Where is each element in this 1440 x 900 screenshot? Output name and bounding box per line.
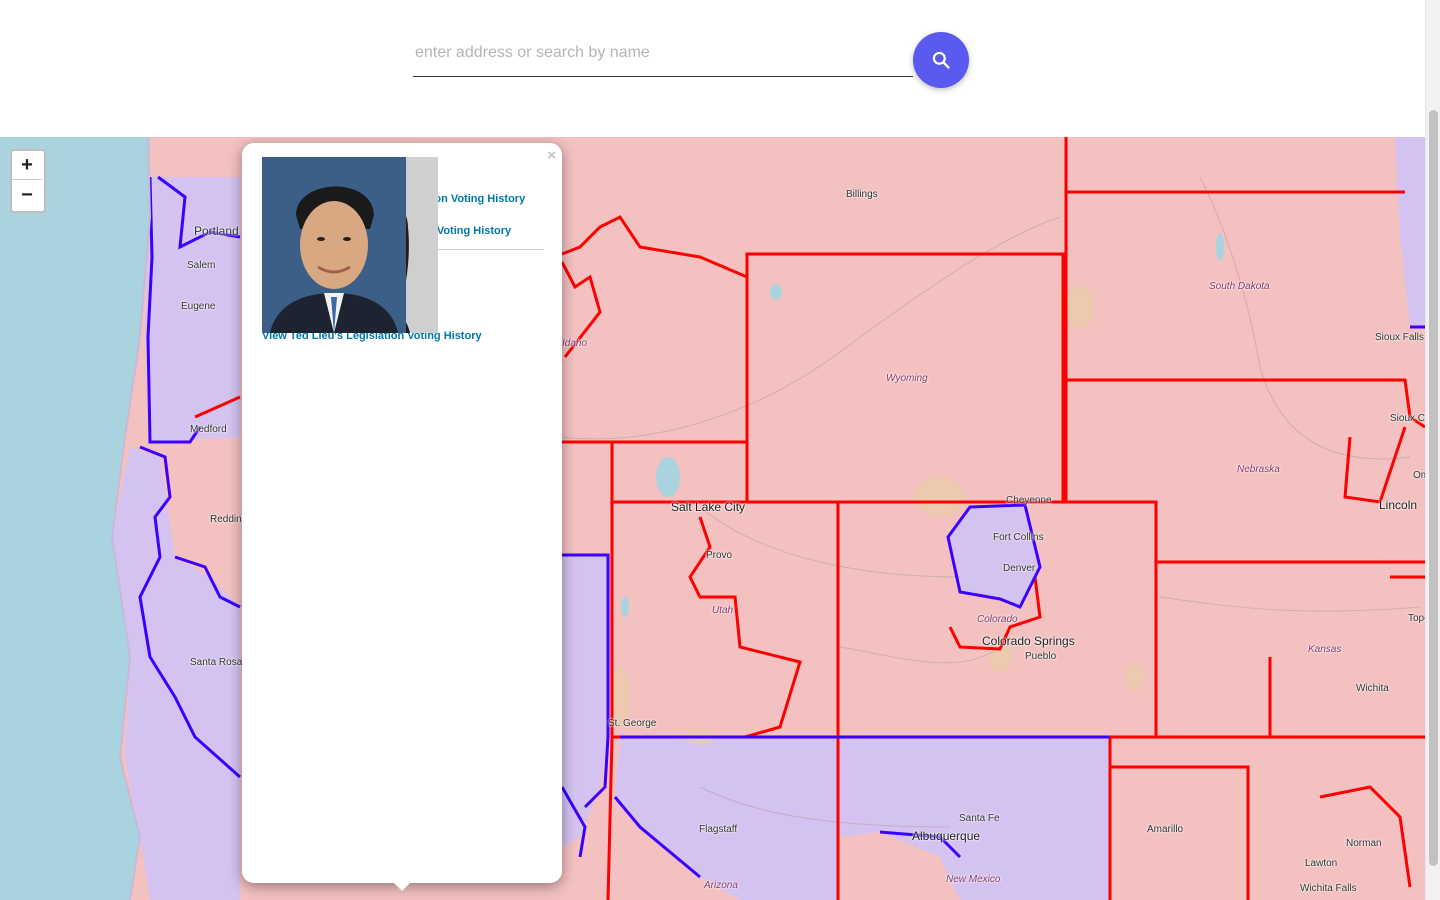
map-label-billings: Billings bbox=[846, 189, 878, 200]
map-label-nebraska: Nebraska bbox=[1237, 464, 1280, 475]
map-label-st-george: St. George bbox=[608, 718, 657, 729]
zoom-control: + − bbox=[10, 149, 46, 213]
page-scrollbar[interactable] bbox=[1425, 0, 1440, 900]
representative-photo bbox=[262, 157, 406, 333]
map-label-omaha: Omaha bbox=[1413, 470, 1425, 481]
map-label-santa-fe: Santa Fe bbox=[959, 813, 1000, 824]
search-button[interactable] bbox=[913, 32, 969, 88]
map-label-arizona: Arizona bbox=[704, 880, 738, 891]
popup-tip bbox=[392, 881, 412, 891]
map-label-pueblo: Pueblo bbox=[1025, 651, 1057, 662]
map-label-wyoming: Wyoming bbox=[886, 373, 928, 384]
map-label-fort-collins: Fort Collins bbox=[993, 532, 1044, 543]
map-label-new-mexico: New Mexico bbox=[946, 874, 1001, 885]
map-label-santa-rosa: Santa Rosa bbox=[190, 657, 243, 668]
map-label-sioux-falls: Sioux Falls bbox=[1375, 332, 1424, 343]
map-label-sioux-city: Sioux City bbox=[1390, 413, 1425, 424]
district-map[interactable]: Billings Portland Salem Eugene Medford R… bbox=[0, 137, 1425, 900]
close-icon[interactable]: × bbox=[547, 147, 556, 164]
map-label-eugene: Eugene bbox=[181, 301, 216, 312]
map-label-norman: Norman bbox=[1346, 838, 1382, 849]
map-label-wichita: Wichita bbox=[1356, 683, 1389, 694]
map-label-south-dakota: South Dakota bbox=[1209, 281, 1270, 292]
popup-content: CA Senators: Dianne Feinstein (D) View D… bbox=[262, 157, 544, 344]
map-label-kansas: Kansas bbox=[1308, 644, 1342, 655]
scrollbar-thumb[interactable] bbox=[1429, 110, 1438, 866]
map-label-denver: Denver bbox=[1003, 563, 1036, 574]
search-icon bbox=[932, 51, 950, 69]
minus-icon: − bbox=[21, 183, 33, 206]
map-label-topeka: Topeka bbox=[1408, 613, 1425, 624]
map-label-idaho: Idaho bbox=[562, 338, 588, 349]
map-label-colorado: Colorado bbox=[977, 614, 1018, 625]
map-label-provo: Provo bbox=[706, 550, 733, 561]
map-label-amarillo: Amarillo bbox=[1147, 824, 1184, 835]
map-label-lincoln: Lincoln bbox=[1379, 498, 1418, 512]
plus-icon: + bbox=[21, 154, 33, 176]
map-label-colorado-springs: Colorado Springs bbox=[982, 634, 1075, 648]
representatives-popup: × CA Senators: Dianne Feinstein (D) View… bbox=[242, 143, 562, 883]
search-field-wrapper bbox=[413, 28, 913, 77]
map-label-lawton: Lawton bbox=[1305, 858, 1338, 869]
map-label-cheyenne: Cheyenne bbox=[1006, 495, 1052, 506]
map-label-utah: Utah bbox=[712, 605, 734, 616]
header bbox=[0, 0, 1425, 137]
map-label-portland: Portland bbox=[194, 224, 239, 238]
map-label-salt-lake-city: Salt Lake City bbox=[671, 500, 746, 514]
map-label-salem: Salem bbox=[187, 260, 216, 271]
zoom-in-button[interactable]: + bbox=[12, 151, 42, 180]
map-label-albuquerque: Albuquerque bbox=[912, 829, 981, 843]
map-label-medford: Medford bbox=[190, 424, 227, 435]
map-label-flagstaff: Flagstaff bbox=[699, 824, 738, 835]
map-label-wichita-falls: Wichita Falls bbox=[1300, 883, 1357, 894]
search-input[interactable] bbox=[413, 36, 907, 70]
zoom-out-button[interactable]: − bbox=[12, 180, 42, 209]
